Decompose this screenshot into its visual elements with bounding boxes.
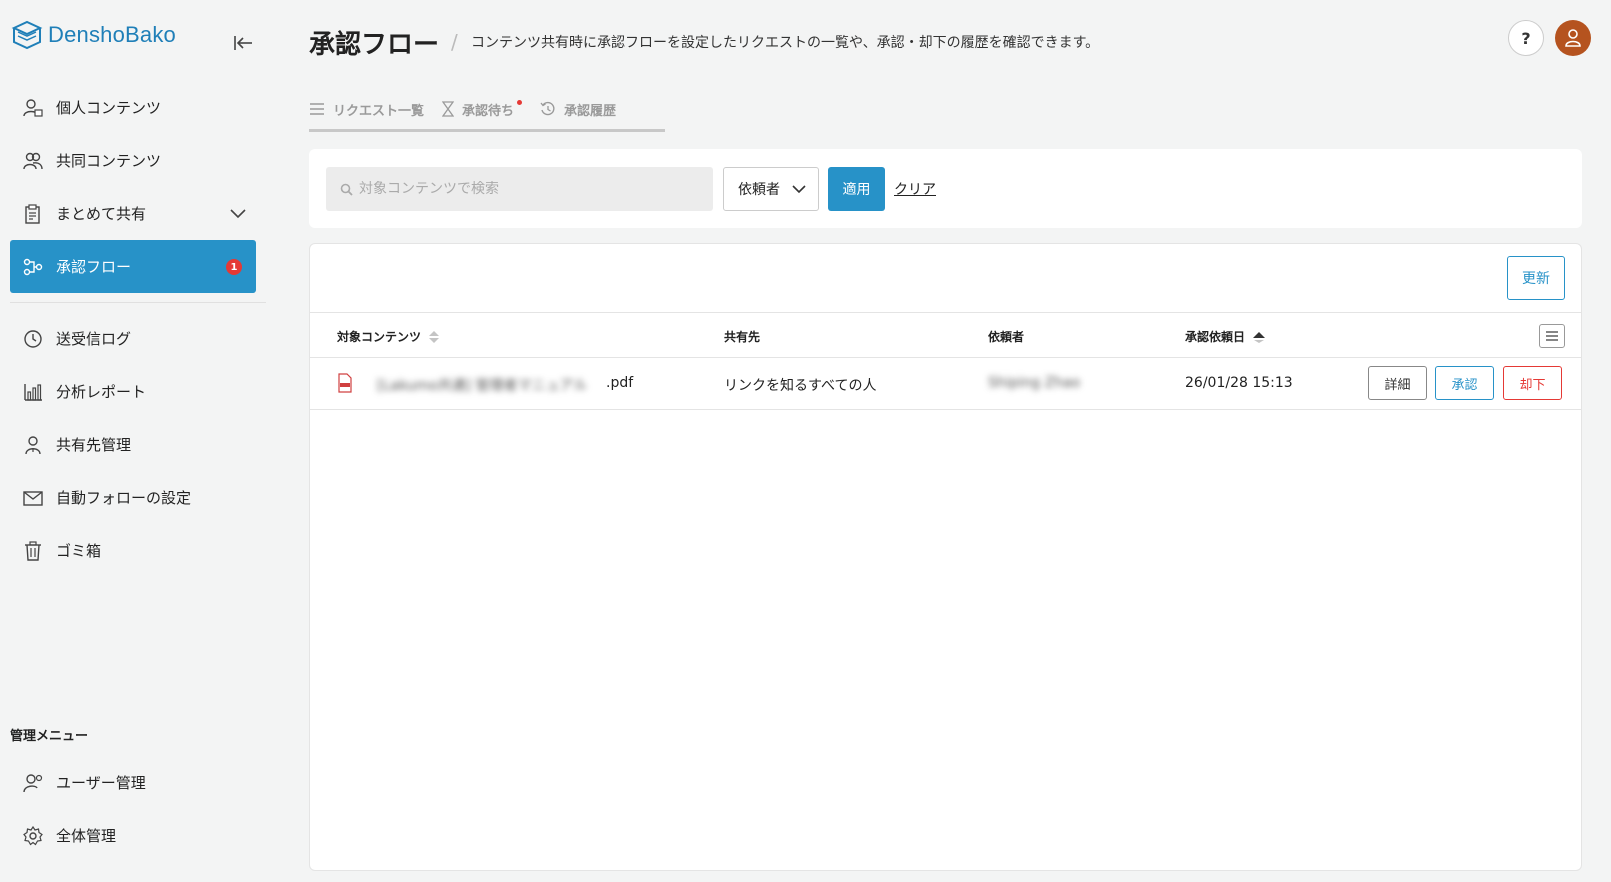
column-header-label: 対象コンテンツ: [337, 330, 422, 344]
main-nav: 個人コンテンツ 共同コンテンツ まとめて共有 承認フロー 1 送受信ログ 分析レ…: [10, 81, 266, 577]
approve-button[interactable]: 承認: [1435, 366, 1494, 400]
mail-icon: [22, 487, 44, 509]
sidebar-item-label: 共同コンテンツ: [56, 152, 162, 170]
column-header-label: 共有先: [724, 330, 761, 344]
sidebar-item-shared-contents[interactable]: 共同コンテンツ: [10, 134, 256, 187]
column-header-label: 承認依頼日: [1185, 330, 1246, 344]
bar-chart-icon: [22, 381, 44, 403]
nav-divider: [10, 302, 266, 303]
tab-label: リクエスト一覧: [333, 103, 425, 119]
page-title: 承認フロー: [309, 30, 440, 60]
sidebar-item-share-target-management[interactable]: 共有先管理: [10, 418, 256, 471]
file-name-hidden: [Lakumo共通] 管理者マニュアル: [377, 378, 588, 394]
clear-link[interactable]: クリア: [894, 179, 936, 199]
admin-menu-title: 管理メニュー: [10, 729, 89, 744]
collapse-sidebar-button[interactable]: [230, 32, 256, 54]
sidebar-item-label: 承認フロー: [56, 258, 132, 276]
column-header-share-target: 共有先: [724, 328, 760, 345]
tab-label: 承認待ち: [462, 103, 515, 119]
notification-dot: [517, 100, 523, 105]
sidebar-item-analytics-report[interactable]: 分析レポート: [10, 365, 256, 418]
search-field[interactable]: [326, 167, 713, 211]
chevron-down-icon: [792, 182, 806, 198]
request-date-cell: 26/01/28 15:13: [1185, 375, 1293, 391]
history-icon: [540, 101, 556, 117]
column-header-requester: 依頼者: [988, 328, 1024, 345]
sidebar-item-label: ゴミ箱: [56, 542, 102, 560]
menu-icon: [1546, 331, 1558, 341]
column-header-content[interactable]: 対象コンテンツ: [337, 328, 440, 345]
gear-icon: [22, 825, 44, 847]
group-icon: [22, 150, 44, 172]
tabs-underline: [309, 129, 665, 132]
table-header: 対象コンテンツ 共有先 依頼者 承認依頼日: [310, 312, 1581, 358]
admin-nav: ユーザー管理 全体管理: [10, 756, 256, 862]
logo-icon: [11, 20, 43, 50]
sidebar-item-label: ユーザー管理: [56, 774, 146, 792]
column-header-label: 依頼者: [988, 330, 1025, 344]
notification-badge: 1: [226, 259, 242, 275]
sidebar: DenshoBako 個人コンテンツ 共同コンテンツ まとめて共有 承認フロー …: [0, 0, 268, 882]
sidebar-item-label: 共有先管理: [56, 436, 132, 454]
table-row[interactable]: [Lakumo共通] 管理者マニュアル .pdf リンクを知るすべての人 Shi…: [310, 358, 1581, 410]
title-separator: /: [451, 30, 458, 54]
sidebar-item-global-management[interactable]: 全体管理: [10, 809, 256, 862]
clock-icon: [22, 328, 44, 350]
user-gear-icon: [22, 772, 44, 794]
help-button[interactable]: ?: [1508, 20, 1544, 56]
sidebar-item-label: 分析レポート: [56, 383, 147, 401]
pdf-file-icon: [337, 373, 353, 397]
page-description: コンテンツ共有時に承認フローを設定したリクエストの一覧や、承認・却下の履歴を確認…: [471, 35, 1100, 51]
user-icon: [1565, 29, 1581, 47]
column-menu-button[interactable]: [1539, 324, 1565, 348]
sidebar-item-user-management[interactable]: ユーザー管理: [10, 756, 256, 809]
column-header-request-date[interactable]: 承認依頼日: [1185, 328, 1266, 345]
list-icon: [309, 102, 325, 116]
tab-request-list[interactable]: リクエスト一覧: [309, 94, 424, 124]
tab-pending-approval[interactable]: 承認待ち: [442, 94, 523, 124]
tab-approval-history[interactable]: 承認履歴: [540, 94, 616, 124]
sidebar-item-label: まとめて共有: [56, 205, 147, 223]
trash-icon: [22, 540, 44, 562]
requester-select[interactable]: 依頼者: [723, 167, 819, 211]
person-lock-icon: [22, 97, 44, 119]
sidebar-item-label: 送受信ログ: [56, 330, 132, 348]
requester-cell: Shiping Zhao: [988, 375, 1081, 391]
file-extension: .pdf: [606, 375, 634, 391]
clipboard-icon: [22, 203, 44, 225]
chevron-down-icon[interactable]: [230, 205, 246, 223]
sidebar-item-trash[interactable]: ゴミ箱: [10, 524, 256, 577]
collapse-left-icon: [234, 36, 252, 50]
sort-ascending-icon[interactable]: [1253, 331, 1266, 343]
help-icon: ?: [1521, 28, 1531, 48]
requester-select-value: 依頼者: [738, 182, 780, 198]
logo[interactable]: DenshoBako: [10, 18, 176, 52]
sidebar-item-label: 個人コンテンツ: [56, 99, 162, 117]
tab-label: 承認履歴: [564, 103, 617, 119]
search-icon: [340, 183, 353, 196]
hourglass-icon: [442, 101, 455, 117]
search-input[interactable]: [359, 181, 709, 197]
apply-button[interactable]: 適用: [828, 167, 885, 211]
avatar[interactable]: [1555, 20, 1591, 56]
sidebar-item-label: 自動フォローの設定: [56, 489, 192, 507]
sidebar-item-label: 全体管理: [56, 827, 117, 845]
detail-button[interactable]: 詳細: [1368, 366, 1427, 400]
logo-text: DenshoBako: [48, 22, 176, 47]
flow-icon: [22, 256, 44, 278]
sidebar-item-personal-contents[interactable]: 個人コンテンツ: [10, 81, 256, 134]
share-target-cell: リンクを知るすべての人: [724, 378, 877, 394]
sidebar-item-transfer-log[interactable]: 送受信ログ: [10, 312, 256, 365]
sidebar-item-auto-follow-settings[interactable]: 自動フォローの設定: [10, 471, 256, 524]
sidebar-item-bulk-share[interactable]: まとめて共有: [10, 187, 256, 240]
person-icon: [22, 434, 44, 456]
reject-button[interactable]: 却下: [1503, 366, 1562, 400]
refresh-button[interactable]: 更新: [1507, 256, 1565, 300]
tab-bar: リクエスト一覧 承認待ち 承認履歴: [309, 94, 634, 132]
sidebar-item-approval-flow[interactable]: 承認フロー 1: [10, 240, 256, 293]
filter-panel: 依頼者 適用 クリア: [309, 149, 1582, 228]
sort-icon[interactable]: [429, 330, 440, 343]
